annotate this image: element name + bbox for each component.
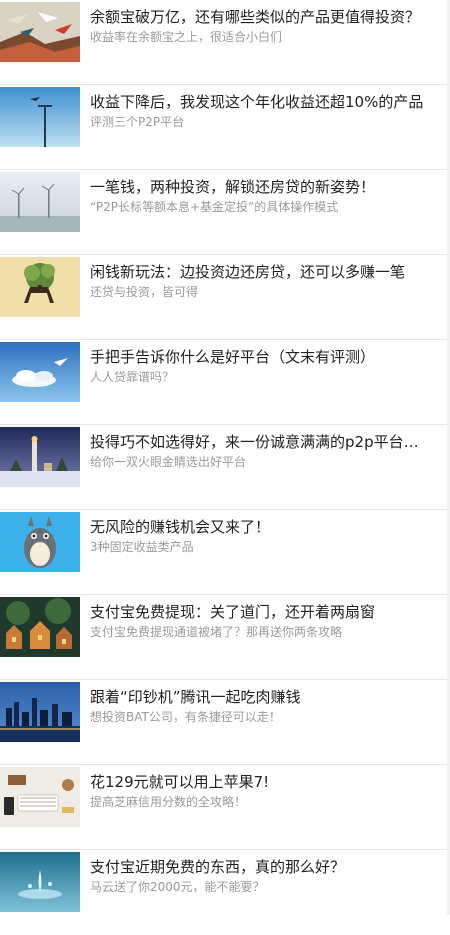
winter-lighthouse-thumbnail[interactable] [0, 427, 80, 487]
list-item[interactable]: 支付宝近期免费的东西，真的那么好？ 马云送了你2000元，能不能要？ [0, 850, 450, 935]
article-list: 余额宝破万亿，还有哪些类似的产品更值得投资？ 收益率在余额宝之上，很适合小白们 … [0, 0, 450, 915]
article-subtitle: 人人贷靠谱吗？ [90, 370, 175, 384]
list-item[interactable]: 余额宝破万亿，还有哪些类似的产品更值得投资？ 收益率在余额宝之上，很适合小白们 [0, 0, 450, 85]
article-subtitle: 马云送了你2000元，能不能要？ [90, 880, 265, 894]
article-title[interactable]: 支付宝免费提现：关了道门，还开着两扇窗 [90, 601, 430, 623]
tree-deer-thumbnail[interactable] [0, 257, 80, 317]
totoro-thumbnail[interactable] [0, 512, 80, 572]
article-title[interactable]: 一笔钱，两种投资，解锁还房贷的新姿势！ [90, 176, 430, 198]
article-subtitle: 给你一双火眼金睛选出好平台 [90, 455, 247, 469]
article-title[interactable]: 花129元就可以用上苹果7! [90, 771, 430, 793]
list-item[interactable]: 跟着“印钞机”腾讯一起吃肉赚钱 想投资BAT公司，有条捷径可以走！ [0, 680, 450, 765]
sky-lamppost-thumbnail[interactable] [0, 87, 80, 147]
list-item[interactable]: 无风险的赚钱机会又来了！ 3种固定收益类产品 [0, 510, 450, 595]
city-skyline-thumbnail[interactable] [0, 682, 80, 742]
article-title[interactable]: 收益下降后，我发现这个年化收益还超10%的产品 [90, 91, 430, 113]
wind-turbines-thumbnail[interactable] [0, 172, 80, 232]
article-title[interactable]: 无风险的赚钱机会又来了！ [90, 516, 430, 538]
article-subtitle: 提高芝麻信用分数的全攻略！ [90, 795, 247, 809]
article-subtitle: 想投资BAT公司，有条捷径可以走！ [90, 710, 281, 724]
night-village-thumbnail[interactable] [0, 597, 80, 657]
article-title[interactable]: 投得巧不如选得好，来一份诚意满满的p2p平台评测 [90, 431, 430, 453]
list-item[interactable]: 花129元就可以用上苹果7! 提高芝麻信用分数的全攻略！ [0, 765, 450, 850]
article-subtitle: “P2P长标等额本息+基金定投”的具体操作模式 [90, 200, 339, 214]
article-title[interactable]: 支付宝近期免费的东西，真的那么好？ [90, 856, 430, 878]
article-subtitle: 3种固定收益类产品 [90, 540, 194, 554]
desk-keyboard-thumbnail[interactable] [0, 767, 80, 827]
origami-birds-thumbnail[interactable] [0, 2, 80, 62]
article-subtitle: 支付宝免费提现通道被堵了？那再送你两条攻略 [90, 625, 343, 639]
list-item[interactable]: 投得巧不如选得好，来一份诚意满满的p2p平台评测 给你一双火眼金睛选出好平台 [0, 425, 450, 510]
article-title[interactable]: 手把手告诉你什么是好平台（文末有评测） [90, 346, 430, 368]
article-title[interactable]: 闲钱新玩法：边投资边还房贷，还可以多赚一笔 [90, 261, 430, 283]
list-item[interactable]: 一笔钱，两种投资，解锁还房贷的新姿势！ “P2P长标等额本息+基金定投”的具体操… [0, 170, 450, 255]
list-item[interactable]: 手把手告诉你什么是好平台（文末有评测） 人人贷靠谱吗？ [0, 340, 450, 425]
article-subtitle: 收益率在余额宝之上，很适合小白们 [90, 30, 283, 44]
list-item[interactable]: 支付宝免费提现：关了道门，还开着两扇窗 支付宝免费提现通道被堵了？那再送你两条攻… [0, 595, 450, 680]
article-title[interactable]: 跟着“印钞机”腾讯一起吃肉赚钱 [90, 686, 430, 708]
water-splash-thumbnail[interactable] [0, 852, 80, 912]
article-subtitle: 还贷与投资，皆可得 [90, 285, 199, 299]
list-item[interactable]: 收益下降后，我发现这个年化收益还超10%的产品 评测三个P2P平台 [0, 85, 450, 170]
floating-island-thumbnail[interactable] [0, 342, 80, 402]
article-subtitle: 评测三个P2P平台 [90, 115, 185, 129]
list-item[interactable]: 闲钱新玩法：边投资边还房贷，还可以多赚一笔 还贷与投资，皆可得 [0, 255, 450, 340]
article-title[interactable]: 余额宝破万亿，还有哪些类似的产品更值得投资？ [90, 6, 430, 28]
